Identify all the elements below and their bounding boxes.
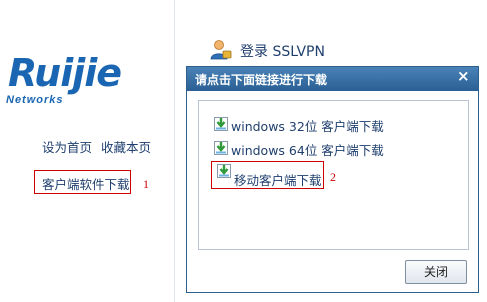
user-icon [210,40,232,60]
download-icon [216,163,232,182]
annotation-marker-1: 1 [143,177,149,191]
download-item-win64[interactable]: windows 64位 客户端下载 [213,140,384,158]
dialog-titlebar: 请点击下面链接进行下载 × [187,67,478,91]
dialog-title: 请点击下面链接进行下载 [195,73,328,87]
close-button[interactable]: 关闭 [405,260,467,284]
column-divider [174,0,175,302]
download-icon [213,116,229,135]
annotation-marker-2: 2 [330,170,336,184]
download-item-label[interactable]: windows 32位 客户端下载 [231,119,384,134]
download-item-label[interactable]: windows 64位 客户端下载 [231,143,384,158]
bookmark-link[interactable]: 收藏本页 [101,137,151,156]
login-sslvpn-text[interactable]: 登录 SSLVPN [240,41,325,61]
ruijie-logo: Ruijie [8,51,122,95]
ruijie-logo-subtitle: Networks [6,94,64,106]
download-item-label[interactable]: 移动客户端下载 [234,170,322,189]
client-download-link[interactable]: 客户端软件下载 [34,170,131,194]
download-item-win32[interactable]: windows 32位 客户端下载 [213,116,384,134]
close-icon[interactable]: × [457,69,470,84]
set-home-link[interactable]: 设为首页 [42,137,92,156]
download-icon [213,140,229,159]
download-item-mobile[interactable]: 移动客户端下载 [211,161,324,189]
